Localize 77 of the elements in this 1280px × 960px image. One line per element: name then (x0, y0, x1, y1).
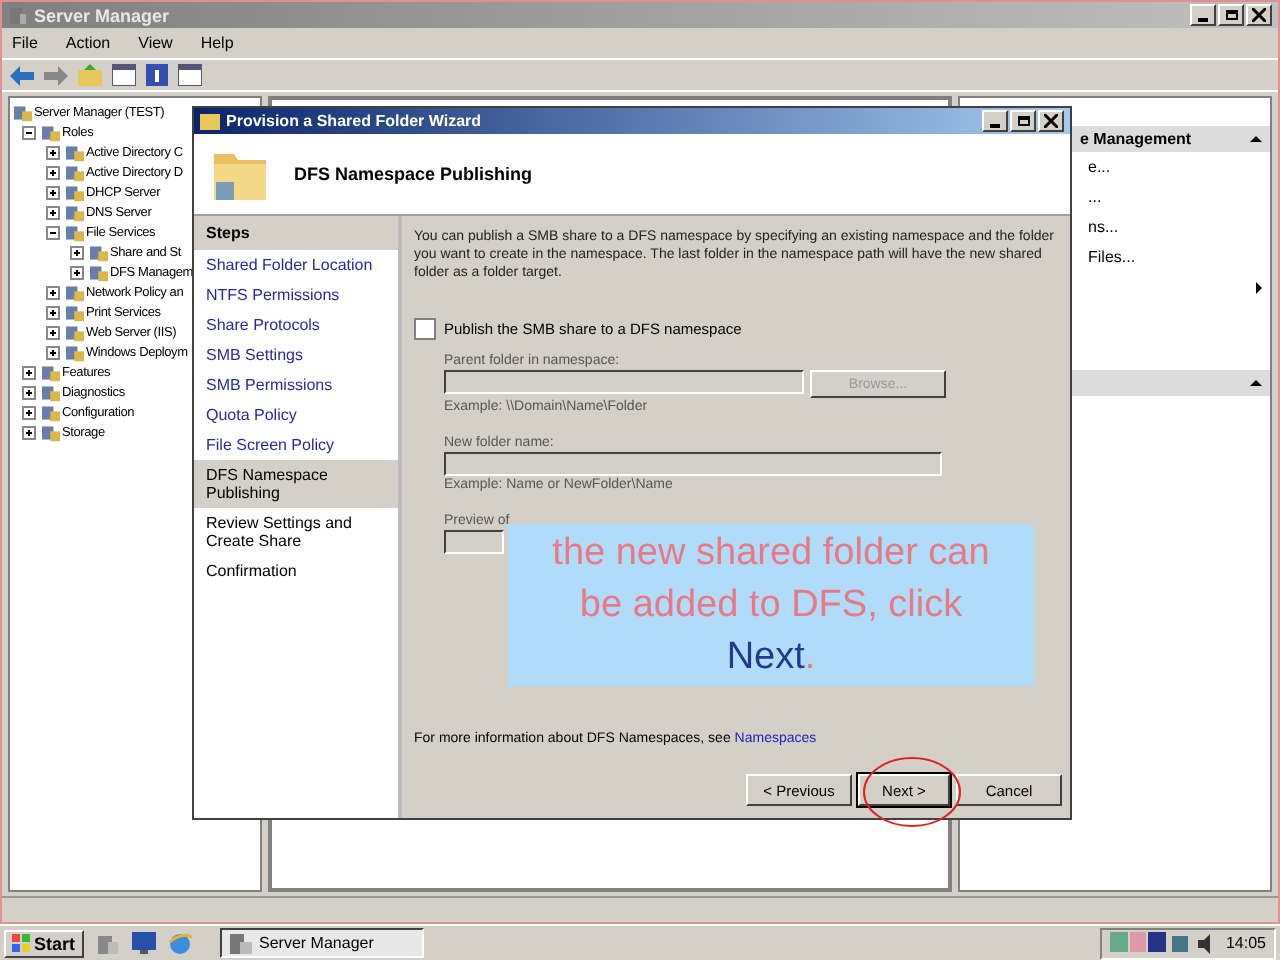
taskbar-button[interactable]: Server Manager (219, 928, 424, 958)
node-icon (42, 363, 60, 381)
wizard-step[interactable]: Review Settings and Create Share (194, 508, 398, 556)
highlight-ring (862, 756, 962, 828)
expander[interactable] (46, 285, 60, 299)
wizard-step[interactable]: Quota Policy (194, 400, 398, 430)
node-icon (42, 423, 60, 441)
node-icon (42, 383, 60, 401)
close-button[interactable] (1246, 4, 1272, 26)
expander[interactable] (46, 185, 60, 199)
menu-item[interactable]: Help (200, 34, 234, 52)
steps-header: Steps (194, 216, 398, 250)
server-icon (8, 5, 28, 25)
expander[interactable] (22, 125, 36, 139)
node-icon (66, 223, 84, 241)
menu-item[interactable]: Action (65, 34, 111, 52)
wizard-step[interactable]: File Screen Policy (194, 430, 398, 460)
expander[interactable] (46, 165, 60, 179)
tray-icons-drawing[interactable] (1109, 932, 1190, 954)
window-icon[interactable] (112, 64, 136, 86)
node-icon (66, 163, 84, 181)
menu-item[interactable]: View (138, 34, 173, 52)
node-icon (14, 103, 32, 121)
folder-icon (200, 112, 220, 130)
wizard-step[interactable]: Confirmation (194, 556, 398, 586)
minimize-button[interactable] (1190, 4, 1216, 26)
expander[interactable] (22, 425, 36, 439)
wizard-step[interactable]: SMB Permissions (194, 370, 398, 400)
node-icon (66, 143, 84, 161)
node-icon (66, 303, 84, 321)
node-icon (42, 403, 60, 421)
wizard-step[interactable]: DFS Namespace Publishing (194, 460, 398, 508)
collapse-icon[interactable] (1250, 380, 1262, 386)
clock: 14:05 (1225, 934, 1266, 952)
wizard-step[interactable]: Shared Folder Location (194, 250, 398, 280)
windows-flag-icon (12, 934, 30, 952)
wizard-step[interactable]: SMB Settings (194, 340, 398, 370)
maximize-button[interactable] (1010, 110, 1036, 132)
expander[interactable] (46, 145, 60, 159)
expander[interactable] (46, 225, 60, 239)
expander[interactable] (22, 405, 36, 419)
expander[interactable] (22, 365, 36, 379)
wizard-step[interactable]: NTFS Permissions (194, 280, 398, 310)
expander[interactable] (46, 325, 60, 339)
node-icon (90, 263, 108, 281)
wizard-step[interactable]: Share Protocols (194, 310, 398, 340)
expander[interactable] (22, 385, 36, 399)
window-icon[interactable] (178, 64, 202, 86)
window-title: Server Manager (34, 5, 170, 25)
page-heading: DFS Namespace Publishing (294, 164, 533, 184)
expander[interactable] (46, 345, 60, 359)
node-icon (66, 203, 84, 221)
node-icon (66, 343, 84, 361)
maximize-button[interactable] (1218, 4, 1244, 26)
node-icon (66, 183, 84, 201)
close-button[interactable] (1038, 110, 1064, 132)
minimize-button[interactable] (982, 110, 1008, 132)
dialog-title: Provision a Shared Folder Wizard (226, 112, 482, 130)
collapse-icon[interactable] (1250, 136, 1262, 142)
start-button[interactable]: Start (4, 929, 84, 957)
callout-text: the new shared folder can be added to DFS, click Next. (508, 524, 1034, 686)
expander[interactable] (70, 245, 84, 259)
server-icon (229, 933, 252, 953)
expander[interactable] (70, 265, 84, 279)
expander[interactable] (46, 305, 60, 319)
node-icon (66, 323, 84, 341)
menu-item[interactable]: File (12, 34, 38, 52)
submenu-icon[interactable] (1256, 281, 1262, 293)
back-icon[interactable] (10, 65, 34, 85)
desktop-icon[interactable] (131, 932, 156, 954)
node-icon (90, 243, 108, 261)
preview-field (444, 530, 504, 554)
checkbox[interactable] (414, 318, 436, 340)
expander[interactable] (46, 205, 60, 219)
node-icon (42, 123, 60, 141)
node-icon (66, 283, 84, 301)
help-icon[interactable] (146, 64, 168, 86)
